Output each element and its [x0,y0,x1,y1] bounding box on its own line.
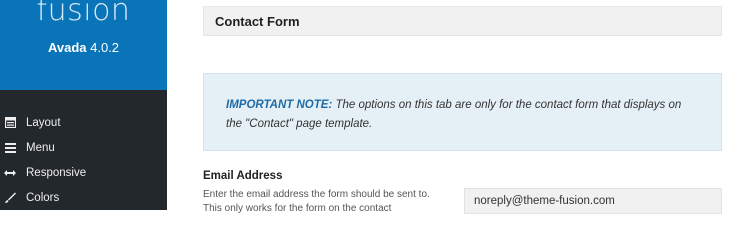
version-number: 4.0.2 [90,40,120,55]
sidebar-item-layout[interactable]: Layout [0,110,167,135]
brand-version: Avada 4.0.2 [0,40,167,55]
email-address-description: Enter the email address the form should … [203,189,430,214]
sidebar-item-colors[interactable]: Colors [0,185,167,210]
menu-icon [4,142,16,154]
sidebar-item-menu[interactable]: Menu [0,135,167,160]
brand-header: fusion Avada 4.0.2 [0,0,167,90]
important-note: IMPORTANT NOTE: The options on this tab … [203,73,722,151]
fusion-logo: fusion [36,0,131,28]
product-name: Avada [47,40,87,55]
sidebar-item-label: Layout [26,116,61,129]
email-address-label: Email Address [203,170,283,182]
sidebar-item-label: Responsive [26,166,87,179]
brush-icon [4,192,16,204]
layout-icon [4,117,16,129]
sidebar-item-responsive[interactable]: Responsive [0,160,167,185]
section-header: Contact Form [203,6,722,36]
sidebar: fusion Avada 4.0.2 Layout Menu Responsiv… [0,0,167,210]
sidebar-item-label: Menu [26,141,55,154]
note-label: IMPORTANT NOTE: [226,99,333,111]
sidebar-item-label: Colors [26,191,60,204]
section-title: Contact Form [215,13,300,29]
email-address-input[interactable] [464,188,722,214]
arrows-horizontal-icon [4,167,16,179]
sidebar-nav: Layout Menu Responsive Colors [0,110,167,210]
